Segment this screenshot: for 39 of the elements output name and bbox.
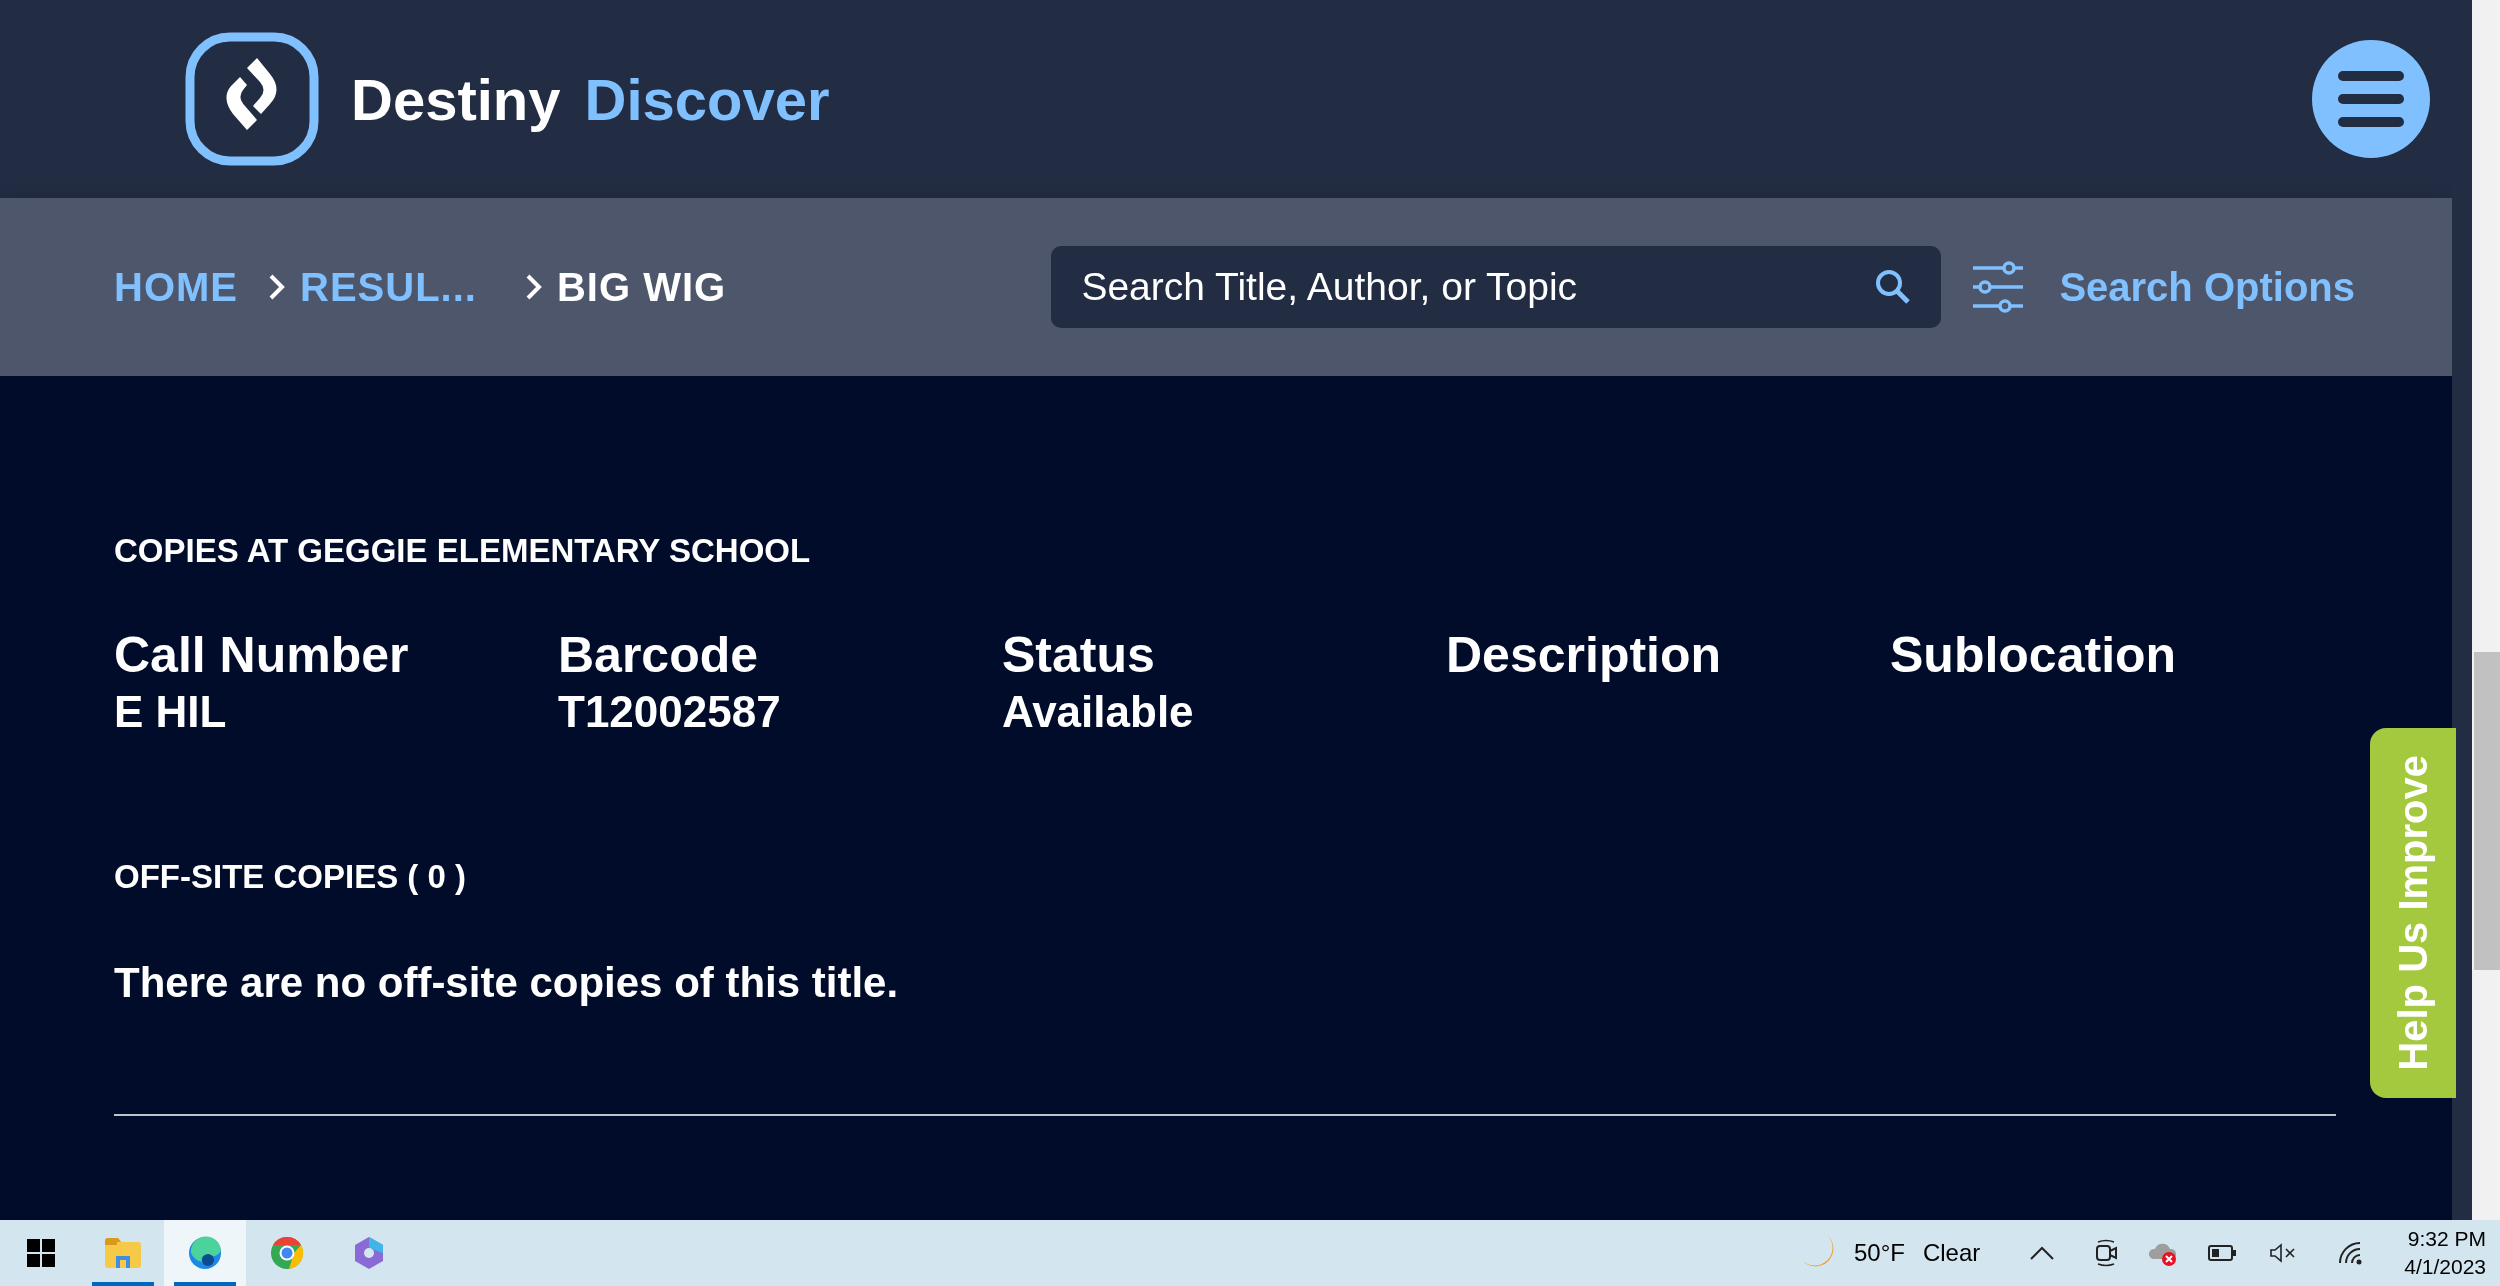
hexagon-ring-icon [352, 1236, 386, 1270]
table-cell-text: E HIL [114, 685, 227, 738]
clock-time: 9:32 PM [2407, 1226, 2486, 1252]
brand-name-accent: Discover [584, 65, 830, 134]
section-heading: OFF-SITE COPIES ( 0 ) [114, 856, 467, 897]
column-header: Barcode [558, 625, 759, 684]
column-header: Call Number [114, 625, 409, 684]
column-header: Description [1446, 625, 1722, 684]
breadcrumb-current[interactable]: BIG WIG [556, 257, 727, 317]
breadcrumb-link[interactable]: RESUL... [300, 257, 477, 317]
sliders-icon [1971, 260, 2026, 314]
search-field[interactable]: Search Title, Author, or Topic [1051, 246, 1942, 328]
search-icon [1875, 269, 1912, 305]
chevron-right-icon [268, 273, 286, 301]
table-cell-text: T12002587 [558, 685, 781, 738]
table-cell-text: Available [1002, 685, 1194, 738]
clock-date: 4/1/2023 [2404, 1254, 2486, 1280]
breadcrumb-link[interactable]: HOME [114, 257, 238, 317]
column-header: Sublocation [1890, 625, 2177, 684]
menu-icon [2338, 71, 2404, 127]
weather-temperature: 50°F [1853, 1238, 1905, 1268]
weather-condition: Clear [1922, 1238, 1981, 1268]
brand-name: Destiny [351, 65, 561, 134]
chevron-up-icon [2030, 1246, 2055, 1260]
battery-icon [2208, 1245, 2237, 1261]
scrollbar[interactable] [2472, 0, 2500, 1220]
section-heading: COPIES AT GEGGIE ELEMENTARY SCHOOL [114, 531, 811, 571]
browser-circle-icon [270, 1236, 304, 1270]
chevron-right-icon [524, 273, 543, 301]
column-header: Status [1002, 625, 1155, 684]
folder-icon [105, 1238, 141, 1268]
scrollbar-thumb[interactable] [2474, 652, 2500, 970]
camera-icon [2094, 1239, 2119, 1267]
feedback-tab[interactable]: Help Us Improve [2370, 728, 2456, 1098]
browser-wave-icon [188, 1236, 222, 1270]
search-options-button[interactable]: Search Options [1971, 257, 2355, 317]
logo-icon [185, 32, 319, 166]
windows-start-icon [27, 1239, 55, 1267]
empty-message: There are no off-site copies of this title. [114, 958, 899, 1008]
